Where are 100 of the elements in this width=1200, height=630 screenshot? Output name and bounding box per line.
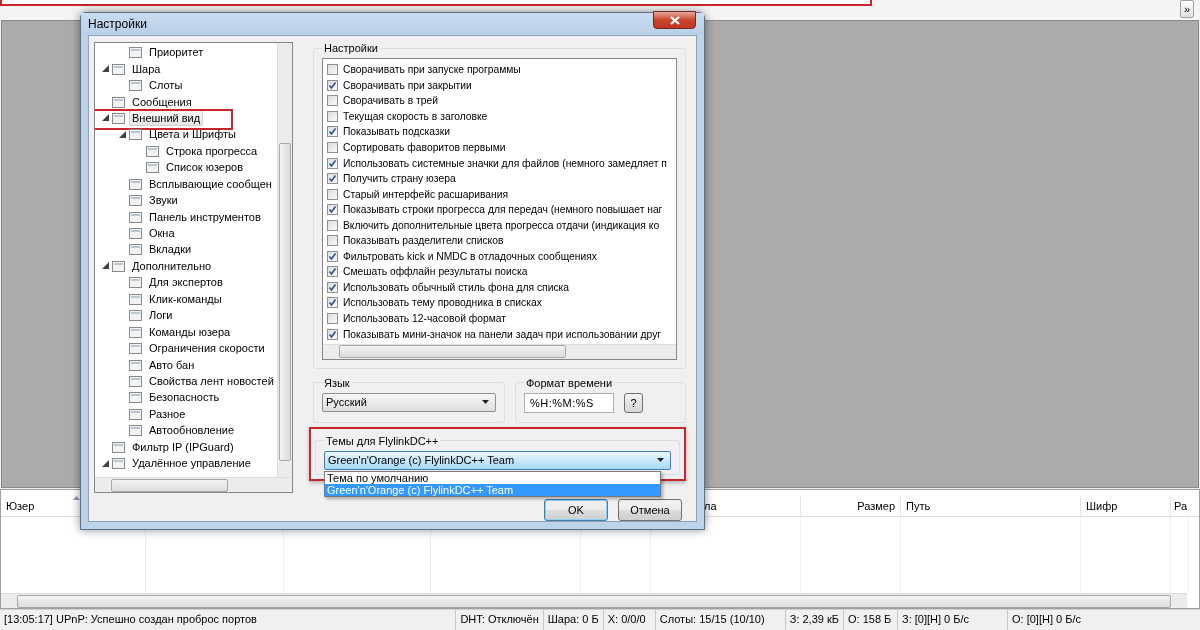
tree-item[interactable]: Для экспертов [146, 274, 226, 291]
close-button[interactable] [653, 11, 696, 29]
option-label: Смешать оффлайн результаты поиска [342, 266, 528, 278]
checkbox[interactable] [326, 157, 338, 169]
status-text: [13:05:17] UPnP: Успешно создан проброс портов [0, 610, 457, 630]
option-label: Сворачивать в трей [342, 95, 438, 107]
column-header[interactable]: Размер [857, 500, 895, 512]
column-header[interactable]: Юзер [6, 500, 35, 512]
tree-item[interactable]: Шара [129, 60, 164, 77]
checkbox[interactable] [326, 110, 338, 122]
checkbox[interactable] [326, 250, 338, 262]
tree-item[interactable]: Ограничения скорости [146, 340, 268, 357]
tree-item[interactable]: Сообщения [129, 93, 195, 110]
page-icon [128, 242, 143, 257]
horizontal-scrollbar[interactable] [322, 343, 676, 359]
language-dropdown[interactable]: Русский [321, 392, 496, 412]
tree-item[interactable]: Команды юзера [146, 323, 234, 340]
column-header[interactable]: ла [704, 500, 717, 512]
tree-item[interactable]: Удалённое управление [129, 455, 254, 472]
overflow-button[interactable]: » [1180, 0, 1194, 18]
tree-item[interactable]: Клик-команды [146, 290, 225, 307]
checkbox[interactable] [326, 95, 338, 107]
vertical-scrollbar[interactable] [276, 43, 292, 477]
tree-item[interactable]: Панель инструментов [146, 208, 264, 225]
column-header[interactable]: Ра [1174, 500, 1188, 512]
tree-item[interactable]: Фильтр IP (IPGuard) [129, 438, 237, 455]
tree-item[interactable]: Автообновление [146, 422, 238, 439]
checkbox[interactable] [326, 204, 338, 216]
status-text: Шара: 0 Б [543, 610, 604, 630]
option-label: Показывать строки прогресса для передач (немного повышает наг [342, 204, 663, 216]
page-icon [145, 160, 160, 175]
tree-item[interactable]: Вкладки [146, 241, 195, 258]
page-icon [128, 127, 143, 142]
column-header[interactable]: Путь [906, 500, 931, 512]
tree-item[interactable]: Строка прогресса [163, 142, 260, 159]
checkbox[interactable] [326, 219, 338, 231]
page-icon [111, 456, 126, 471]
checkbox[interactable] [326, 188, 338, 200]
page-icon [128, 357, 143, 372]
option-label: Сворачивать при закрытии [342, 79, 472, 91]
check-icon [327, 205, 337, 215]
checkbox[interactable] [326, 235, 338, 247]
close-icon [669, 15, 680, 25]
checkbox[interactable] [326, 126, 338, 138]
tree-item[interactable]: Всплывающие сообщен [146, 175, 275, 192]
checkbox[interactable] [326, 79, 338, 91]
ok-button[interactable]: OK [544, 499, 608, 521]
checkbox[interactable] [326, 297, 338, 309]
status-text: З: 2,39 кБ [785, 610, 844, 630]
option-label: Старый интерфейс расшаривания [342, 188, 509, 200]
page-icon [128, 209, 143, 224]
group-title: Темы для FlylinkDC++ [324, 434, 440, 447]
horizontal-scrollbar[interactable] [95, 477, 292, 492]
option-label: Сворачивать при запуске программы [342, 64, 521, 76]
page-icon [128, 226, 143, 241]
theme-dropdown[interactable]: Green'n'Orange (c) FlylinkDC++ Team [323, 450, 671, 470]
page-icon [128, 291, 143, 306]
checkbox[interactable] [326, 142, 338, 153]
checkbox[interactable] [326, 173, 338, 185]
tree-item[interactable]: Приоритет [146, 44, 207, 61]
group-title: Язык [322, 376, 351, 389]
option-label: Фильтровать kick и NMDC в отладочных сообщениях [342, 250, 597, 262]
tree-item[interactable]: Слоты [146, 77, 186, 94]
column-header[interactable]: Шифр [1086, 500, 1118, 512]
checkbox[interactable] [326, 266, 338, 278]
checkbox[interactable] [326, 328, 338, 340]
expanded-arrow-icon[interactable] [101, 114, 109, 122]
check-icon [327, 329, 337, 339]
page-icon [128, 390, 143, 405]
check-icon [327, 127, 337, 137]
tree-item[interactable]: Окна [146, 225, 178, 242]
tree-item[interactable]: Логи [146, 307, 176, 324]
cancel-button[interactable]: Отмена [618, 499, 682, 521]
tree-item[interactable]: Дополнительно [129, 257, 215, 274]
status-text: З: [0][Н] 0 Б/с [898, 610, 1008, 630]
tree-item[interactable]: Свойства лент новостей [146, 372, 277, 389]
status-text: Слоты: 15/15 (10/10) [655, 610, 786, 630]
page-icon [128, 176, 143, 191]
horizontal-scrollbar[interactable] [1, 593, 1187, 608]
expanded-arrow-icon[interactable] [101, 65, 109, 73]
dropdown-option[interactable]: Тема по умолчанию [324, 471, 660, 484]
tree-item[interactable]: Разное [146, 405, 189, 422]
checkbox[interactable] [326, 281, 338, 293]
expanded-arrow-icon[interactable] [101, 459, 109, 467]
check-icon [327, 80, 337, 90]
option-label: Текущая скорость в заголовке [342, 110, 488, 122]
tree-item[interactable]: Цвета и Шрифты [146, 126, 239, 143]
tree-item[interactable]: Список юзеров [163, 159, 247, 176]
tree-item[interactable]: Звуки [146, 192, 181, 209]
tree-item[interactable]: Безопасность [146, 389, 223, 406]
checkbox[interactable] [326, 64, 338, 76]
expanded-arrow-icon[interactable] [101, 262, 109, 270]
expanded-arrow-icon[interactable] [118, 130, 126, 138]
help-button[interactable]: ? [623, 392, 643, 413]
checkbox[interactable] [326, 313, 338, 324]
status-text: О: 158 Б [844, 610, 898, 630]
page-icon [128, 423, 143, 438]
time-format-field[interactable]: %H:%M:%S [523, 392, 614, 413]
page-icon [128, 275, 143, 290]
tree-item[interactable]: Авто бан [146, 356, 198, 373]
